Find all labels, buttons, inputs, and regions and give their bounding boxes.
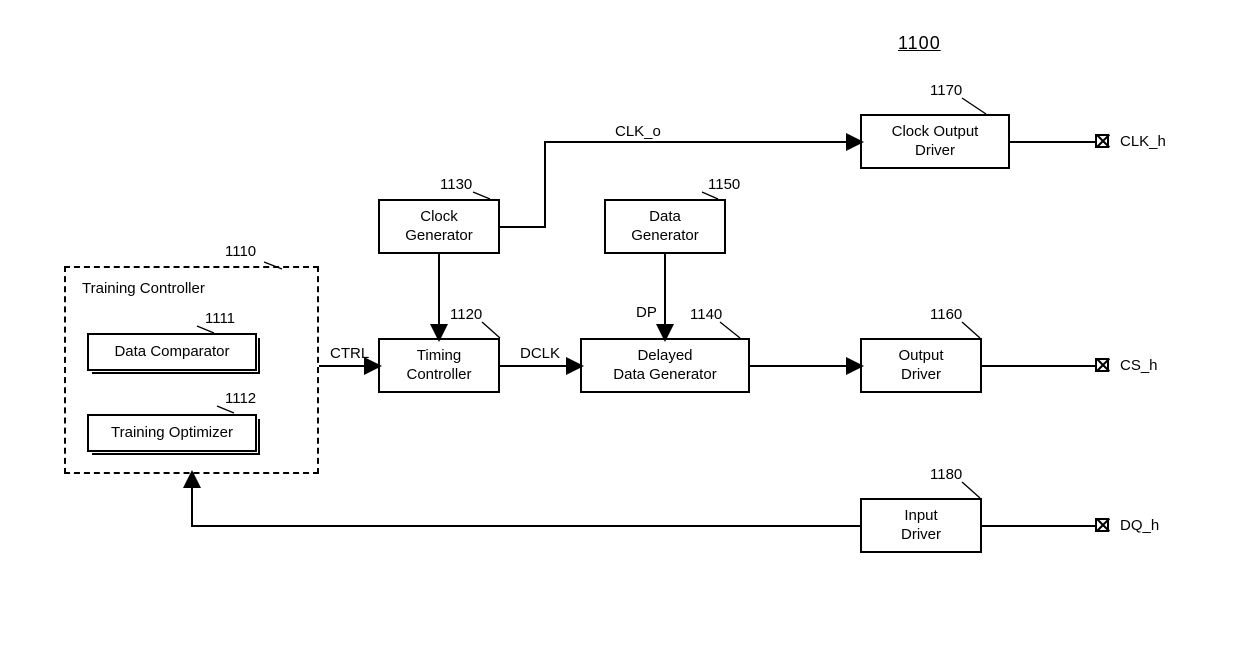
ref-1111: 1111 bbox=[205, 310, 235, 327]
port-marker-dq-h bbox=[1095, 518, 1109, 532]
ref-1170: 1170 bbox=[930, 82, 962, 99]
ref-1150: 1150 bbox=[708, 176, 740, 193]
block-data-comparator: Data Comparator bbox=[87, 333, 257, 371]
refnum-main: 1100 bbox=[898, 33, 941, 54]
ref-1180: 1180 bbox=[930, 466, 962, 483]
block-timing-controller: Timing Controller bbox=[378, 338, 500, 393]
port-marker-cs-h bbox=[1095, 358, 1109, 372]
block-output-driver: Output Driver bbox=[860, 338, 982, 393]
signal-ctrl: CTRL bbox=[330, 345, 369, 362]
ref-1130: 1130 bbox=[440, 176, 472, 193]
signal-clk-o: CLK_o bbox=[615, 123, 661, 140]
signal-dp: DP bbox=[636, 304, 657, 321]
ref-1160: 1160 bbox=[930, 306, 962, 323]
diagram-canvas: 1100 Training Controller Data Comparator… bbox=[0, 0, 1240, 647]
label-delayed-data-generator: Delayed Data Generator bbox=[613, 347, 716, 385]
port-label-clk-h: CLK_h bbox=[1120, 133, 1166, 150]
block-training-optimizer: Training Optimizer bbox=[87, 414, 257, 452]
block-delayed-data-generator: Delayed Data Generator bbox=[580, 338, 750, 393]
label-clock-generator: Clock Generator bbox=[405, 208, 473, 246]
ref-1140: 1140 bbox=[690, 306, 722, 323]
port-label-dq-h: DQ_h bbox=[1120, 517, 1159, 534]
label-training-controller: Training Controller bbox=[82, 280, 205, 297]
label-data-generator: Data Generator bbox=[631, 208, 699, 246]
label-output-driver: Output Driver bbox=[898, 347, 943, 385]
port-label-cs-h: CS_h bbox=[1120, 357, 1158, 374]
block-input-driver: Input Driver bbox=[860, 498, 982, 553]
ref-1110: 1110 bbox=[225, 243, 256, 260]
label-data-comparator: Data Comparator bbox=[114, 343, 229, 362]
signal-dclk: DCLK bbox=[520, 345, 560, 362]
port-marker-clk-h bbox=[1095, 134, 1109, 148]
label-clock-output-driver: Clock Output Driver bbox=[892, 123, 979, 161]
label-input-driver: Input Driver bbox=[901, 507, 941, 545]
label-training-optimizer: Training Optimizer bbox=[111, 424, 233, 443]
block-clock-output-driver: Clock Output Driver bbox=[860, 114, 1010, 169]
label-timing-controller: Timing Controller bbox=[406, 347, 471, 385]
ref-1120: 1120 bbox=[450, 306, 482, 323]
ref-1112: 1112 bbox=[225, 390, 256, 407]
block-data-generator: Data Generator bbox=[604, 199, 726, 254]
block-clock-generator: Clock Generator bbox=[378, 199, 500, 254]
